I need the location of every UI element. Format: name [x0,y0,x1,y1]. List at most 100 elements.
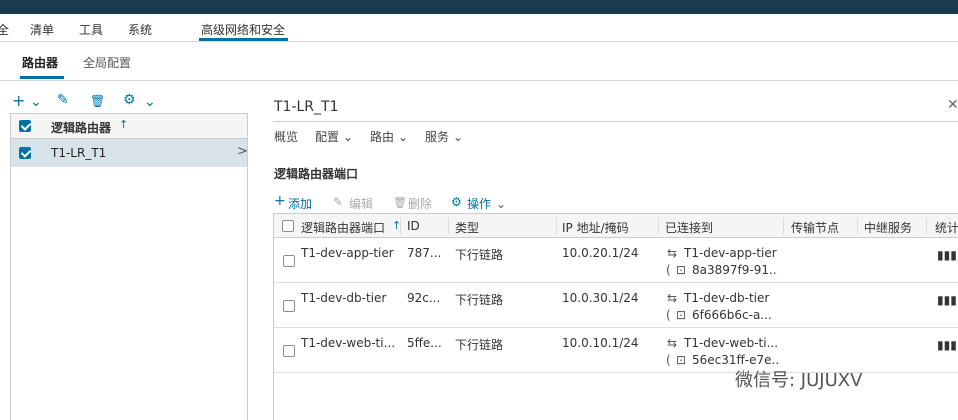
delete-icon[interactable]: 🗑 [90,94,105,108]
add-icon[interactable]: + [12,91,25,110]
connected-segment-link[interactable]: T1-dev-db-tier [684,291,779,305]
port-ip: 10.0.20.1/24 [562,246,639,260]
router-list-header: 逻辑路由器 ↑ [11,114,247,139]
close-icon[interactable]: ✕ [947,97,958,113]
port-id: 92c... [407,291,441,305]
chevron-down-icon[interactable]: ⌄ [144,94,156,110]
chevron-down-icon[interactable]: ⌄ [30,94,42,110]
router-row[interactable]: T1-LR_T1 > [11,139,248,167]
title-divider [273,121,958,122]
column-divider [556,218,557,234]
tab-routers[interactable]: 路由器 [22,54,58,71]
sort-ascending-icon[interactable]: ↑ [119,118,128,131]
port-ip: 10.0.30.1/24 [562,291,639,305]
menu-item-inventory[interactable]: 清单 [30,21,54,38]
table-row[interactable]: T1-dev-db-tier 92c... 下行链路 10.0.30.1/24 … [274,283,958,328]
router-list-panel: 逻辑路由器 ↑ T1-LR_T1 > [10,113,248,420]
connected-segment-link[interactable]: T1-dev-web-ti... [684,336,779,350]
tab-global-config[interactable]: 全局配置 [83,54,131,71]
stats-chart-icon[interactable]: ▮▮▮ [937,338,957,352]
menu-item-advanced-network[interactable]: 高级网络和安全 [201,21,285,38]
column-divider [926,218,927,234]
column-header-stats[interactable]: 统计 [935,219,958,236]
stats-chart-icon[interactable]: ▮▮▮ [937,248,957,262]
stats-chart-icon[interactable]: ▮▮▮ [937,293,957,307]
column-header-connected[interactable]: 已连接到 [665,219,713,236]
detail-title: T1-LR_T1 [274,99,339,115]
column-divider [400,218,401,234]
column-header-port[interactable]: 逻辑路由器端口 [301,219,385,236]
switch-icon: ⊡ [676,308,687,322]
menu-item-tools[interactable]: 工具 [79,21,103,38]
chevron-down-icon[interactable]: ⌄ [496,197,506,211]
tab-services[interactable]: 服务 [425,128,449,145]
port-type: 下行链路 [455,248,504,262]
paren-text: ( [666,263,671,277]
chevron-down-icon[interactable]: ⌄ [453,130,463,144]
column-divider [857,218,858,234]
column-header-id[interactable]: ID [407,219,420,233]
link-icon: ⇆ [667,291,678,305]
link-icon: ⇆ [667,336,678,350]
port-id: 787... [407,246,442,260]
gear-icon[interactable]: ⚙ [451,195,462,209]
edit-icon[interactable]: ✎ [57,92,69,108]
table-header: 逻辑路由器端口 ↑ ID 类型 IP 地址/掩码 已连接到 传输节点 中继服务 … [274,214,958,238]
column-header-router[interactable]: 逻辑路由器 [51,119,111,136]
paren-text: ( [666,353,671,367]
column-header-transport-node[interactable]: 传输节点 [791,219,839,236]
top-header-bar [0,0,958,14]
chevron-right-icon[interactable]: > [237,144,248,159]
main-menu: 全 清单 工具 系统 高级网络和安全 [0,14,958,42]
tab-overview[interactable]: 概览 [274,128,298,145]
add-button[interactable]: 添加 [288,195,312,212]
row-checkbox[interactable] [283,300,295,312]
switch-id-link[interactable]: 8a3897f9-91... [692,263,778,277]
menu-item-system[interactable]: 系统 [128,21,152,38]
column-header-relay[interactable]: 中继服务 [864,219,912,236]
row-checkbox[interactable] [19,147,31,159]
port-type: 下行链路 [455,338,504,352]
tab-routing[interactable]: 路由 [370,128,394,145]
column-divider [783,218,784,234]
switch-id-link[interactable]: 6f666b6c-a... [692,308,778,322]
chevron-down-icon[interactable]: ⌄ [398,130,408,144]
edit-icon: ✎ [333,195,344,209]
router-name[interactable]: T1-LR_T1 [51,146,106,160]
add-icon[interactable]: + [274,193,286,209]
connected-segment-link[interactable]: T1-dev-app-tier [684,246,779,260]
active-tab-underline [20,76,64,79]
switch-id-link[interactable]: 56ec31ff-e7e... [692,353,778,367]
edit-button: 编辑 [349,197,374,211]
sub-tabs: 路由器 全局配置 [0,43,958,81]
delete-icon: 🗑 [393,196,407,209]
table-row[interactable]: T1-dev-app-tier 787... 下行链路 10.0.20.1/24… [274,238,958,283]
row-checkbox[interactable] [283,255,295,267]
select-all-checkbox[interactable] [19,120,31,132]
paren-text: ( [666,308,671,322]
chevron-down-icon[interactable]: ⌄ [343,130,353,144]
column-header-ip[interactable]: IP 地址/掩码 [562,219,629,236]
link-icon: ⇆ [667,246,678,260]
column-divider [448,218,449,234]
port-type: 下行链路 [455,293,504,307]
select-all-checkbox[interactable] [282,220,294,232]
column-header-type[interactable]: 类型 [455,219,479,236]
port-id: 5ffe... [407,336,442,350]
active-menu-underline [199,38,288,41]
port-name: T1-dev-db-tier [301,291,387,305]
port-name: T1-dev-app-tier [301,246,394,260]
port-name: T1-dev-web-ti... [301,336,396,350]
column-divider [658,218,659,234]
actions-button[interactable]: 操作 [467,195,491,212]
row-checkbox[interactable] [283,345,295,357]
tab-configure[interactable]: 配置 [315,128,339,145]
switch-icon: ⊡ [676,353,687,367]
watermark-text: 微信号: JUJUXV [735,370,863,391]
menu-item-partial[interactable]: 全 [0,21,9,38]
switch-icon: ⊡ [676,263,687,277]
gear-icon[interactable]: ⚙ [123,92,136,108]
delete-button: 删除 [408,197,433,211]
section-title: 逻辑路由器端口 [274,167,359,181]
port-ip: 10.0.10.1/24 [562,336,639,350]
